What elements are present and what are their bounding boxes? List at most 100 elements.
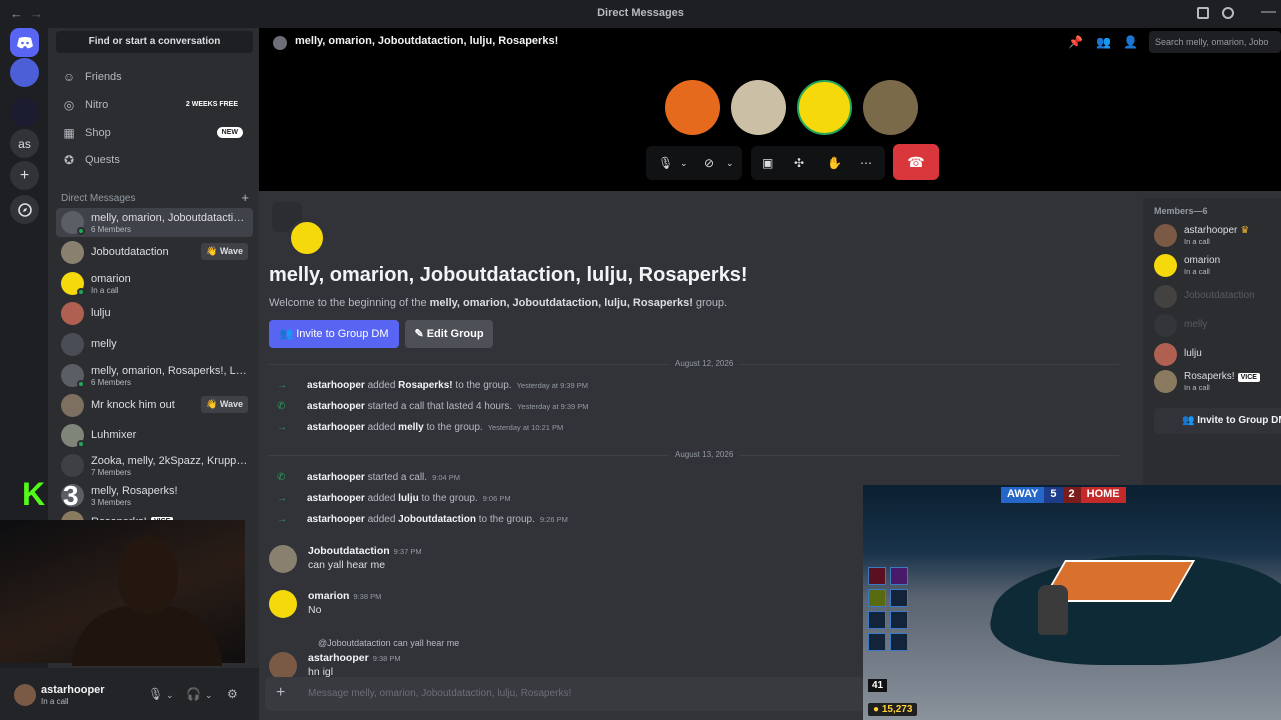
member-name: Joboutdataction	[1184, 290, 1255, 301]
member-name: Rosaperks! VICE	[1184, 371, 1260, 382]
member-item[interactable]: Joboutdataction	[1154, 283, 1281, 311]
member-item[interactable]: lulju	[1154, 341, 1281, 369]
dm-item[interactable]: Zooka, melly, 2kSpazz, Kruppted, Luh...7…	[56, 451, 253, 480]
avatar	[1154, 285, 1177, 308]
microphone-icon[interactable]: 🎙	[148, 687, 163, 701]
wave-icon: 👋	[206, 399, 220, 409]
wave-button[interactable]: 👋 Wave	[201, 243, 248, 260]
dm-item[interactable]: melly, omarion, Joboutdataction, lulju, …	[56, 208, 253, 237]
screen-share-icon[interactable]: ▣	[762, 156, 773, 170]
pin-icon[interactable]: 📌	[1068, 35, 1083, 49]
arrow-icon: →	[277, 422, 287, 433]
system-target[interactable]: melly	[398, 422, 424, 433]
server-as-icon[interactable]: as	[10, 129, 39, 158]
system-target[interactable]: lulju	[398, 493, 419, 504]
soundboard-icon[interactable]: ✋	[827, 156, 842, 170]
edit-group-button[interactable]: ✎ Edit Group	[405, 320, 493, 348]
avatar	[61, 454, 84, 477]
minimize-icon[interactable]: —	[1261, 3, 1276, 20]
system-actor[interactable]: astarhooper	[307, 380, 365, 391]
find-conversation-button[interactable]: Find or start a conversation	[56, 31, 253, 53]
dm-item[interactable]: omarion In a call	[56, 269, 253, 298]
activities-icon[interactable]: ✣	[794, 156, 804, 170]
phone-icon: ✆	[277, 401, 286, 412]
system-actor[interactable]: astarhooper	[307, 514, 365, 525]
chevron-down-icon[interactable]: ⌄	[205, 690, 213, 701]
chevron-down-icon[interactable]: ⌄	[726, 158, 734, 169]
member-item[interactable]: omarion In a call	[1154, 252, 1281, 280]
invite-to-group-button[interactable]: 👥 Invite to Group DM	[1154, 408, 1281, 434]
avatar[interactable]	[269, 590, 297, 618]
member-item[interactable]: melly	[1154, 312, 1281, 340]
help-icon[interactable]	[1222, 7, 1234, 19]
message-input[interactable]: Message melly, omarion, Joboutdataction,…	[308, 688, 571, 699]
reply-reference[interactable]: @Joboutdataction can yall hear me	[318, 638, 459, 648]
message-composer[interactable]: + Message melly, omarion, Joboutdatactio…	[265, 677, 865, 711]
more-options-icon[interactable]: ⋯	[860, 156, 872, 170]
message-author[interactable]: astarhooper 9:38 PM	[308, 652, 401, 664]
dm-item[interactable]: Joboutdataction 👋 Wave	[56, 238, 253, 267]
disconnect-call-button[interactable]: ☎	[893, 144, 939, 180]
chevron-down-icon[interactable]: ⌄	[680, 158, 688, 169]
headphones-icon[interactable]: 🎧	[186, 687, 201, 701]
message-author[interactable]: Joboutdataction 9:37 PM	[308, 545, 422, 557]
search-input[interactable]: Search melly, omarion, Jobo	[1149, 31, 1281, 53]
add-friends-icon[interactable]: 👥	[1096, 35, 1111, 49]
system-target[interactable]: Joboutdataction	[398, 514, 476, 525]
avatar[interactable]	[14, 684, 36, 706]
dm-item[interactable]: Luhmixer	[56, 421, 253, 450]
date-divider: August 12, 2026	[269, 359, 1119, 368]
call-participant-avatar[interactable]	[797, 80, 852, 135]
system-actor[interactable]: astarhooper	[307, 493, 365, 504]
member-item[interactable]: Rosaperks! VICE In a call	[1154, 368, 1281, 396]
invite-to-group-button[interactable]: 👥 Invite to Group DM	[269, 320, 399, 348]
dm-subtitle: 6 Members	[91, 225, 132, 234]
explore-icon[interactable]	[10, 195, 39, 224]
user-status: In a call	[41, 697, 69, 706]
dm-item[interactable]: melly	[56, 330, 253, 359]
dm-item[interactable]: Mr knock him out 👋 Wave	[56, 391, 253, 420]
online-status-dot	[77, 288, 85, 296]
member-status: In a call	[1184, 267, 1210, 276]
call-participant-avatar[interactable]	[731, 80, 786, 135]
attach-plus-icon[interactable]: +	[276, 684, 285, 702]
camera-off-icon[interactable]: ⊘	[704, 156, 714, 170]
message-author[interactable]: omarion 9:38 PM	[308, 590, 381, 602]
call-participant-avatar[interactable]	[863, 80, 918, 135]
server-icon[interactable]	[10, 58, 39, 87]
arrow-icon: →	[277, 514, 287, 525]
hud-slot	[868, 611, 886, 629]
dm-subtitle: 3 Members	[91, 498, 132, 507]
server-icon[interactable]	[10, 98, 39, 127]
inbox-icon[interactable]	[1197, 7, 1209, 19]
group-intro-description: Welcome to the beginning of the melly, o…	[269, 297, 728, 309]
create-dm-icon[interactable]: +	[241, 190, 249, 205]
system-actor[interactable]: astarhooper	[307, 472, 365, 483]
nav-quests[interactable]: ✪ Quests	[56, 147, 253, 173]
owner-crown-icon: ♛	[1240, 225, 1250, 236]
avatar[interactable]	[269, 652, 297, 680]
discord-home-icon[interactable]	[10, 28, 39, 57]
dm-item[interactable]: melly, omarion, Rosaperks!, Luhmixer6 Me…	[56, 361, 253, 390]
system-actor[interactable]: astarhooper	[307, 401, 365, 412]
call-participant-avatar[interactable]	[665, 80, 720, 135]
avatar[interactable]	[269, 545, 297, 573]
dm-item[interactable]: melly, Rosaperks! 3 Members	[56, 481, 253, 510]
nav-friends[interactable]: ☺ Friends	[56, 64, 253, 90]
nav-label: Quests	[85, 154, 120, 166]
settings-gear-icon[interactable]: ⚙	[227, 687, 238, 701]
member-list-icon[interactable]: 👤	[1123, 35, 1138, 49]
nav-nitro[interactable]: ◎ Nitro 2 WEEKS FREE	[56, 92, 253, 118]
add-server-icon[interactable]: +	[10, 161, 39, 190]
nav-shop[interactable]: ▦ Shop NEW	[56, 120, 253, 146]
member-name: melly	[1184, 319, 1208, 330]
coin-balance: ● 15,273	[868, 703, 918, 716]
wave-button[interactable]: 👋 Wave	[201, 396, 248, 413]
members-header: Members—6	[1154, 206, 1208, 216]
dm-item[interactable]: lulju	[56, 299, 253, 328]
chevron-down-icon[interactable]: ⌄	[166, 690, 174, 701]
system-actor[interactable]: astarhooper	[307, 422, 365, 433]
microphone-icon[interactable]: 🎙	[658, 156, 673, 170]
system-target[interactable]: Rosaperks!	[398, 380, 452, 391]
member-item[interactable]: astarhooper ♛ In a call	[1154, 222, 1281, 250]
